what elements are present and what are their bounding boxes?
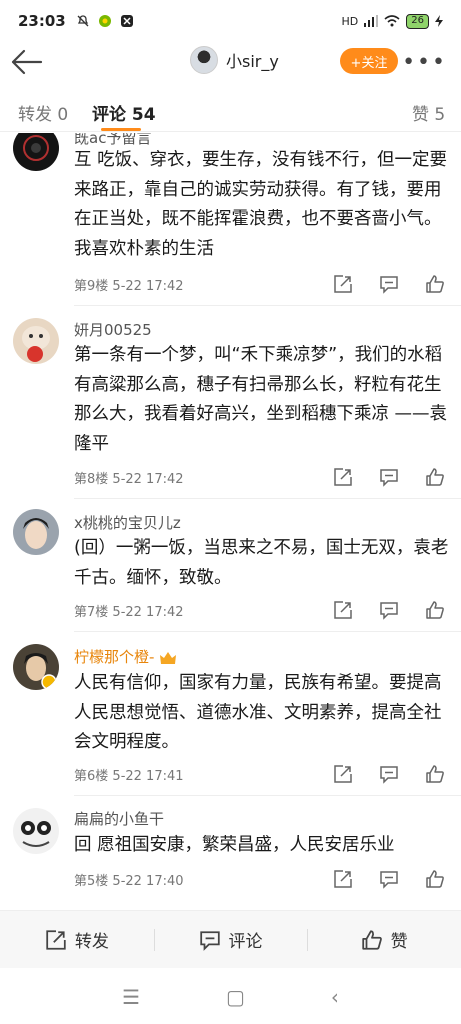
commenter-name[interactable]: x桃桃的宝贝儿z: [74, 512, 181, 533]
commenter-avatar[interactable]: [13, 808, 59, 854]
comment-actions: [333, 467, 445, 487]
commenter-avatar[interactable]: [13, 644, 59, 690]
follow-button[interactable]: +关注: [340, 48, 398, 74]
status-bar: 23:03 HD 26: [0, 0, 461, 42]
author-name[interactable]: 小sir_y: [226, 48, 279, 72]
post-tabs: 转发 0 评论 54 赞 5: [0, 92, 461, 132]
wifi-icon: [384, 15, 400, 27]
status-notification-icons: [76, 14, 134, 28]
back-arrow-icon: [11, 49, 43, 75]
comment-list: 既ac予留言 互 吃饭、穿衣，要生存，没有钱不行，但一定要来路正，靠自己的诚实劳…: [0, 133, 461, 908]
comment-divider: [74, 498, 461, 499]
share-icon[interactable]: [333, 764, 353, 784]
back-nav-button[interactable]: ‹: [331, 985, 339, 1009]
author-avatar[interactable]: [190, 46, 218, 74]
mute-icon: [76, 14, 90, 28]
app-notification-icon: [98, 14, 112, 28]
like-button[interactable]: 赞: [307, 911, 461, 968]
commenter-avatar[interactable]: [13, 133, 59, 171]
like-icon[interactable]: [425, 274, 445, 294]
comment-divider: [74, 305, 461, 306]
comment-divider: [74, 631, 461, 632]
comment-text: (回）一粥一饭，当思来之不易，国士无双，袁老千古。缅怀，致敬。: [74, 538, 449, 588]
status-right-icons: HD 26: [341, 13, 443, 29]
system-nav-bar: ☰ ▢ ‹: [0, 970, 461, 1024]
comment-divider: [74, 795, 461, 796]
tab-repost[interactable]: 转发 0: [18, 100, 68, 125]
comment-meta: 第7楼 5-22 17:42: [74, 601, 184, 620]
share-icon[interactable]: [333, 467, 353, 487]
comment-text: 第一条有一个梦，叫“禾下乘凉梦”，我们的水稻有高粱那么高，穗子有扫帚那么长，籽粒…: [74, 345, 448, 454]
author-chip[interactable]: 小sir_y: [190, 46, 279, 74]
commenter-name[interactable]: 妍月00525: [74, 319, 152, 340]
comment-meta: 第6楼 5-22 17:41: [74, 765, 184, 784]
comment-text: 人民有信仰，国家有力量，民族有希望。要提高人民思想觉悟、道德水准、文明素养，提高…: [74, 673, 442, 752]
comment-time: 5-22 17:40: [112, 874, 184, 889]
back-button[interactable]: [10, 48, 44, 76]
commenter-avatar[interactable]: [13, 318, 59, 364]
comment-floor: 第7楼: [74, 605, 109, 620]
thumbs-up-icon: [361, 929, 382, 950]
app-notification-icon-2: [120, 14, 134, 28]
comment-floor: 第6楼: [74, 769, 109, 784]
reply-icon[interactable]: [379, 869, 399, 889]
comment-meta: 第9楼 5-22 17:42: [74, 275, 184, 294]
comment-text: 互 吃饭、穿衣，要生存，没有钱不行，但一定要来路正，靠自己的诚实劳动获得。有了钱…: [74, 150, 448, 259]
like-icon[interactable]: [425, 600, 445, 620]
like-icon[interactable]: [425, 869, 445, 889]
repost-button[interactable]: 转发: [0, 911, 154, 968]
comment-floor: 第5楼: [74, 874, 109, 889]
comment-floor: 第8楼: [74, 472, 109, 487]
comment-time: 5-22 17:41: [112, 769, 184, 784]
signal-icon: [364, 15, 379, 27]
comment-actions: [333, 600, 445, 620]
comment-time: 5-22 17:42: [112, 605, 184, 620]
home-nav-button[interactable]: ▢: [226, 985, 245, 1009]
tab-likes[interactable]: 赞 5: [412, 100, 445, 125]
share-icon[interactable]: [333, 600, 353, 620]
menu-nav-button[interactable]: ☰: [122, 985, 140, 1009]
share-icon[interactable]: [333, 274, 353, 294]
comment-button[interactable]: 评论: [153, 911, 308, 968]
charging-icon: [435, 15, 443, 27]
commenter-avatar[interactable]: [13, 509, 59, 555]
like-label: 赞: [390, 932, 408, 952]
network-label: HD: [341, 14, 359, 28]
comment-time: 5-22 17:42: [112, 472, 184, 487]
commenter-name-text: 柠檬那个橙-: [74, 648, 155, 666]
comment-text: 回 愿祖国安康，繁荣昌盛，人民安居乐业: [74, 835, 395, 855]
like-icon[interactable]: [425, 764, 445, 784]
reply-icon[interactable]: [379, 600, 399, 620]
comment-icon: [199, 930, 220, 951]
tab-comments[interactable]: 评论 54: [92, 100, 156, 125]
comment-actions: [333, 764, 445, 784]
status-time: 23:03: [18, 12, 66, 30]
vip-badge-icon: [159, 650, 177, 666]
like-icon[interactable]: [425, 467, 445, 487]
more-options-button[interactable]: •••: [402, 50, 447, 75]
comment-meta: 第5楼 5-22 17:40: [74, 870, 184, 889]
battery-icon: 26: [406, 13, 429, 29]
repost-icon: [46, 929, 66, 950]
reply-icon[interactable]: [379, 764, 399, 784]
comment-label: 评论: [228, 932, 263, 952]
commenter-name[interactable]: 柠檬那个橙-: [74, 646, 177, 667]
reply-icon[interactable]: [379, 274, 399, 294]
active-tab-indicator: [101, 128, 141, 131]
repost-label: 转发: [74, 932, 109, 952]
comment-actions: [333, 274, 445, 294]
comment-floor: 第9楼: [74, 279, 109, 294]
share-icon[interactable]: [333, 869, 353, 889]
comment-actions: [333, 869, 445, 889]
comment-time: 5-22 17:42: [112, 279, 184, 294]
reply-icon[interactable]: [379, 467, 399, 487]
commenter-name[interactable]: 扁扁的小鱼干: [74, 808, 164, 829]
bottom-action-bar: 转发 评论 赞: [0, 910, 461, 968]
comment-meta: 第8楼 5-22 17:42: [74, 468, 184, 487]
post-header: 小sir_y +关注 •••: [0, 42, 461, 82]
